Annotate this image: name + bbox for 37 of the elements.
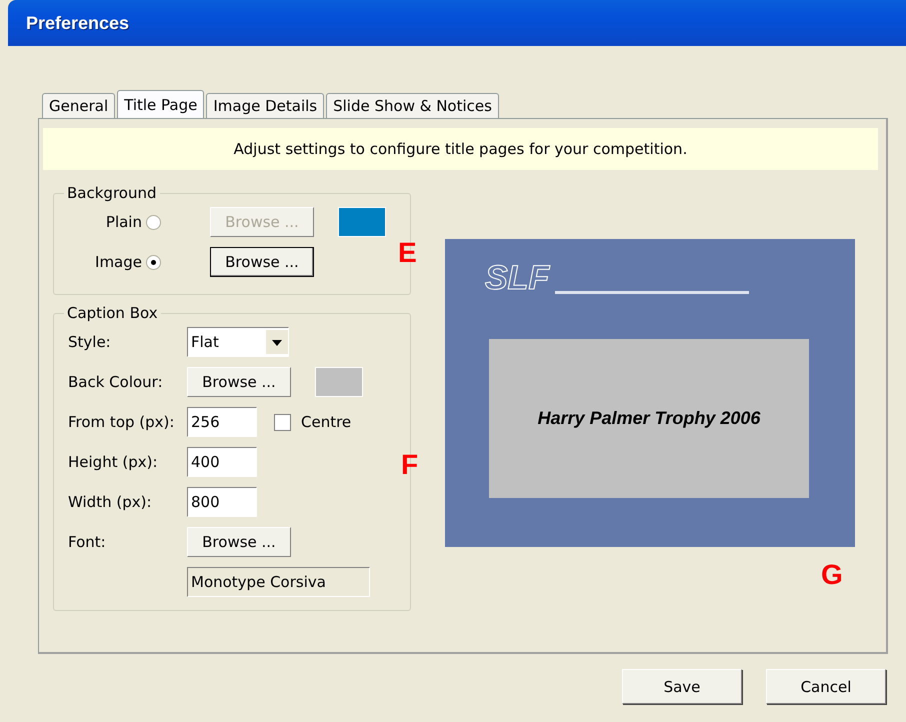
checkbox-label: Centre bbox=[301, 413, 352, 431]
field-label: Back Colour: bbox=[67, 373, 164, 391]
preview-caption: Harry Palmer Trophy 2006 bbox=[538, 408, 760, 429]
tab[interactable]: General bbox=[42, 93, 116, 118]
annotation-letter: E bbox=[398, 237, 417, 269]
tab[interactable]: Slide Show & Notices bbox=[326, 93, 499, 118]
field-label: From top (px): bbox=[67, 413, 176, 431]
annotation-letter: F bbox=[401, 449, 418, 481]
radio-button[interactable] bbox=[146, 214, 161, 230]
group-title: Caption Box bbox=[66, 304, 159, 322]
field-label: Style: bbox=[67, 333, 112, 351]
colour-swatch[interactable] bbox=[315, 367, 363, 397]
number-field[interactable]: 256 bbox=[187, 407, 257, 437]
preview-logo: SLF bbox=[485, 261, 550, 295]
field-label: Font: bbox=[67, 533, 107, 551]
info-banner: Adjust settings to configure title pages for your competition. bbox=[43, 128, 878, 170]
radio-button[interactable] bbox=[146, 254, 161, 270]
field-label: Width (px): bbox=[67, 493, 153, 511]
tab[interactable]: Image Details bbox=[206, 93, 324, 118]
radio-label: Plain bbox=[104, 213, 143, 231]
dialog-button[interactable]: Cancel bbox=[766, 669, 886, 704]
browse-button[interactable]: Browse ... bbox=[187, 367, 291, 397]
style-dropdown[interactable]: Flat bbox=[187, 327, 289, 357]
annotation-letter: G bbox=[821, 559, 843, 591]
field-label: Height (px): bbox=[67, 453, 159, 471]
browse-button[interactable]: Browse ... bbox=[210, 247, 314, 277]
radio-label: Image bbox=[94, 253, 143, 271]
checkbox[interactable] bbox=[274, 414, 291, 430]
dialog-button[interactable]: Save bbox=[622, 669, 742, 704]
font-name-field: Monotype Corsiva bbox=[187, 567, 370, 597]
window-title: Preferences bbox=[26, 12, 130, 34]
tab[interactable]: Title Page bbox=[117, 90, 204, 118]
group-title: Background bbox=[66, 184, 158, 202]
number-field[interactable]: 400 bbox=[187, 447, 257, 477]
number-field[interactable]: 800 bbox=[187, 487, 257, 517]
colour-swatch[interactable] bbox=[338, 207, 386, 237]
browse-button[interactable]: Browse ... bbox=[187, 527, 291, 557]
